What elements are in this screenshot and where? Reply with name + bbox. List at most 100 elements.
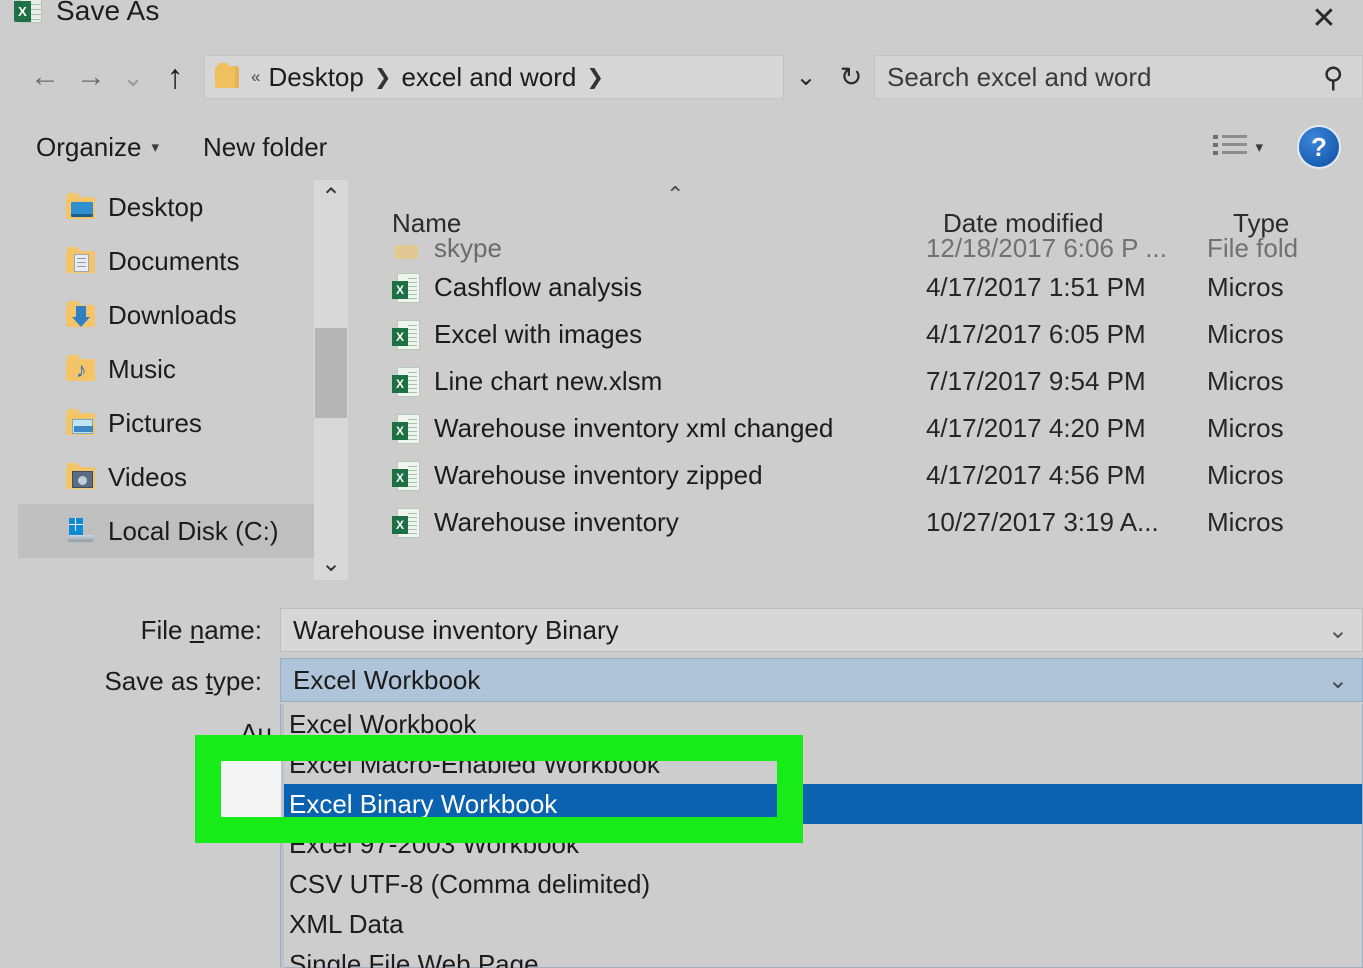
sidebar-item-label: Downloads [108, 300, 237, 331]
chevron-right-icon[interactable]: ❯ [374, 65, 392, 90]
help-button[interactable]: ? [1297, 125, 1341, 169]
file-date: 10/27/2017 3:19 A... [926, 507, 1207, 538]
save-as-type-dropdown-list[interactable]: Excel Workbook Excel Macro-Enabled Workb… [280, 704, 1363, 968]
excel-file-icon: X [392, 273, 420, 303]
chevron-down-icon[interactable]: ⌄ [1328, 666, 1348, 695]
dropdown-option-excel-binary-workbook[interactable]: Excel Binary Workbook [281, 784, 1362, 824]
dropdown-option-excel-macro-enabled-workbook[interactable]: Excel Macro-Enabled Workbook [281, 744, 1362, 784]
table-row[interactable]: X Warehouse inventory xml changed 4/17/2… [358, 405, 1333, 452]
scroll-up-icon[interactable]: ⌃ [314, 180, 348, 214]
table-row[interactable]: X Excel with images 4/17/2017 6:05 PM Mi… [358, 311, 1333, 358]
recent-locations-icon[interactable]: ⌄ [114, 54, 152, 100]
address-dropdown-icon[interactable]: ⌄ [784, 62, 828, 92]
scroll-down-icon[interactable]: ⌄ [314, 546, 348, 580]
column-header-date-modified[interactable]: Date modified [943, 208, 1233, 239]
view-options-caret-icon[interactable]: ▾ [1255, 138, 1263, 156]
desktop-folder-icon [66, 194, 96, 220]
forward-icon[interactable]: → [68, 54, 114, 100]
dropdown-option-xml-data[interactable]: XML Data [281, 904, 1362, 944]
list-view-icon[interactable] [1213, 133, 1247, 161]
table-row[interactable]: X Warehouse inventory zipped 4/17/2017 4… [358, 452, 1333, 499]
breadcrumb-item-desktop[interactable]: Desktop [268, 62, 363, 93]
file-list-rows: skype 12/18/2017 6:06 P ... File fold X … [358, 238, 1333, 546]
videos-folder-icon [66, 464, 96, 490]
annotation-inner-mask [221, 761, 281, 817]
title-bar: X Save As ✕ [0, 0, 1363, 30]
window-title: Save As [56, 0, 159, 27]
file-type: File fold [1207, 238, 1333, 264]
table-row[interactable]: X Warehouse inventory 10/27/2017 3:19 A.… [358, 499, 1333, 546]
excel-file-icon: X [392, 367, 420, 397]
file-date: 7/17/2017 9:54 PM [926, 366, 1207, 397]
sidebar-item-pictures[interactable]: Pictures [18, 396, 348, 450]
organize-button[interactable]: Organize ▾ [36, 132, 159, 163]
main-panes: Desktop Documents Downloads ♪ Music [0, 180, 1363, 595]
search-input[interactable]: Search excel and word ⚲ [874, 55, 1363, 99]
file-name-input[interactable]: Warehouse inventory Binary ⌄ [280, 608, 1363, 652]
file-name: Line chart new.xlsm [434, 366, 662, 397]
local-disk-icon [66, 518, 96, 544]
excel-file-icon: X [392, 320, 420, 350]
breadcrumb-root-separator: « [251, 67, 260, 87]
file-name-value: Warehouse inventory Binary [293, 615, 1328, 646]
dropdown-rail [281, 704, 284, 968]
table-row[interactable]: X Cashflow analysis 4/17/2017 1:51 PM Mi… [358, 264, 1333, 311]
authors-label: Au [118, 718, 272, 749]
save-as-type-select[interactable]: Excel Workbook ⌄ [280, 658, 1363, 702]
folder-icon [392, 238, 420, 261]
up-icon[interactable]: ↑ [152, 54, 198, 100]
save-as-dialog: X Save As ✕ ← → ⌄ ↑ « Desktop ❯ excel an… [0, 0, 1363, 968]
column-header-type[interactable]: Type [1233, 208, 1353, 239]
sidebar-item-music[interactable]: ♪ Music [18, 342, 348, 396]
dropdown-option-excel-97-2003-workbook[interactable]: Excel 97-2003 Workbook [281, 824, 1362, 864]
sidebar-item-desktop[interactable]: Desktop [18, 180, 348, 234]
file-type: Micros [1207, 413, 1333, 444]
sidebar-item-videos[interactable]: Videos [18, 450, 348, 504]
command-bar: Organize ▾ New folder ▾ ? [0, 114, 1363, 180]
sidebar-item-local-disk-c[interactable]: Local Disk (C:) [18, 504, 348, 558]
sidebar-item-downloads[interactable]: Downloads [18, 288, 348, 342]
column-header-name[interactable]: Name [358, 208, 943, 239]
close-icon[interactable]: ✕ [1307, 4, 1341, 34]
file-type: Micros [1207, 319, 1333, 350]
file-name: skype [434, 238, 502, 264]
dropdown-option-excel-workbook[interactable]: Excel Workbook [281, 704, 1362, 744]
new-folder-label: New folder [203, 132, 327, 163]
file-name-label: File name: [0, 615, 272, 646]
sidebar-item-label: Pictures [108, 408, 202, 439]
dropdown-option-csv-utf-8[interactable]: CSV UTF-8 (Comma delimited) [281, 864, 1362, 904]
sidebar-item-label: Music [108, 354, 176, 385]
save-as-type-row: Save as type: Excel Workbook ⌄ [0, 658, 1363, 702]
navigation-pane-scrollbar[interactable]: ⌃ ⌄ [314, 180, 348, 580]
save-as-form: File name: Warehouse inventory Binary ⌄ … [0, 600, 1363, 968]
excel-icon: X [14, 0, 44, 25]
scrollbar-thumb[interactable] [315, 328, 347, 418]
search-placeholder: Search excel and word [887, 62, 1323, 93]
new-folder-button[interactable]: New folder [203, 132, 327, 163]
file-name: Cashflow analysis [434, 272, 642, 303]
file-date: 12/18/2017 6:06 P ... [926, 238, 1207, 264]
table-row[interactable]: X Line chart new.xlsm 7/17/2017 9:54 PM … [358, 358, 1333, 405]
sidebar-item-label: Videos [108, 462, 187, 493]
downloads-folder-icon [66, 302, 96, 328]
excel-file-icon: X [392, 414, 420, 444]
sidebar-item-label: Desktop [108, 192, 203, 223]
file-name: Excel with images [434, 319, 642, 350]
pictures-folder-icon [66, 410, 96, 436]
dropdown-option-single-file-web-page[interactable]: Single File Web Page [281, 944, 1362, 968]
search-icon[interactable]: ⚲ [1323, 61, 1344, 94]
back-icon[interactable]: ← [22, 54, 68, 100]
refresh-icon[interactable]: ↻ [828, 62, 874, 93]
breadcrumb-item-excel-and-word[interactable]: excel and word [401, 62, 576, 93]
chevron-right-icon-2[interactable]: ❯ [586, 65, 604, 90]
file-type: Micros [1207, 460, 1333, 491]
chevron-down-icon: ▾ [152, 138, 160, 156]
sidebar-item-documents[interactable]: Documents [18, 234, 348, 288]
documents-folder-icon [66, 248, 96, 274]
file-type: Micros [1207, 366, 1333, 397]
breadcrumb[interactable]: « Desktop ❯ excel and word ❯ [204, 55, 784, 99]
table-row[interactable]: skype 12/18/2017 6:06 P ... File fold [358, 238, 1333, 264]
music-folder-icon: ♪ [66, 356, 96, 382]
chevron-down-icon[interactable]: ⌄ [1328, 616, 1348, 645]
folder-icon [215, 66, 239, 88]
